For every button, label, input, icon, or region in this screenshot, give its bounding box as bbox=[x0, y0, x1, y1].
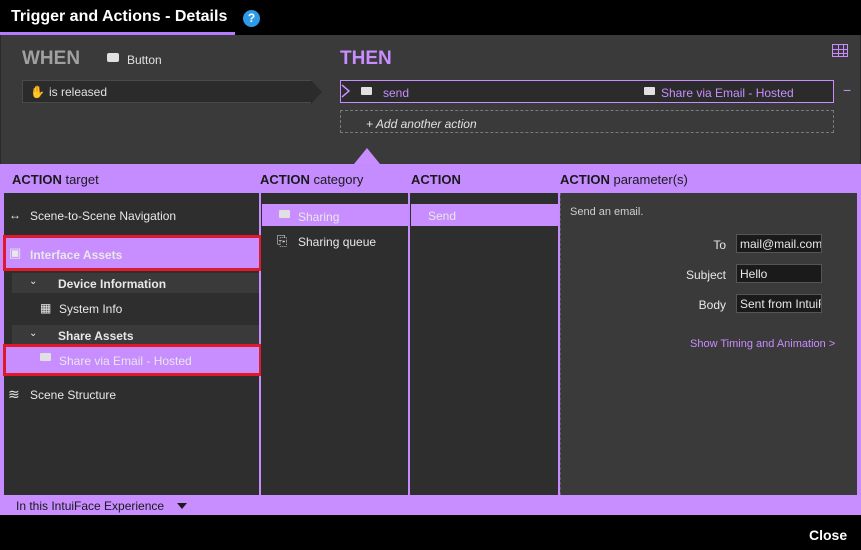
target-scene-navigation[interactable]: Scene-to-Scene Navigation bbox=[30, 209, 176, 223]
target-system-info[interactable]: System Info bbox=[59, 302, 122, 316]
email-to-field[interactable]: mail@mail.com bbox=[736, 234, 822, 253]
sharing-icon bbox=[279, 210, 290, 218]
header-action-bold: ACTION bbox=[411, 172, 461, 187]
button-icon bbox=[107, 53, 119, 62]
share-email-icon bbox=[644, 87, 655, 95]
group-header-share-assets[interactable] bbox=[12, 325, 259, 345]
plus-icon: + bbox=[366, 117, 374, 131]
show-timing-text: Show Timing and Animation bbox=[690, 338, 826, 350]
header-target-rest: target bbox=[65, 172, 99, 187]
layers-icon: ≋ bbox=[8, 386, 20, 402]
add-action-text: Add another action bbox=[375, 117, 477, 131]
header-action-category: ACTION category bbox=[260, 172, 363, 187]
scope-selector[interactable]: In this IntuiFace Experience bbox=[16, 499, 164, 513]
param-subject-label: Subject bbox=[685, 268, 726, 282]
when-title: WHEN bbox=[22, 48, 81, 69]
action-send: Send bbox=[428, 209, 457, 223]
header-action-target: ACTION target bbox=[12, 172, 99, 187]
header-category-rest: category bbox=[313, 172, 364, 187]
dropdown-caret-icon[interactable] bbox=[177, 503, 187, 509]
chevron-down-icon: ⌄ bbox=[29, 276, 38, 287]
trigger-label: is released bbox=[49, 85, 108, 99]
category-sharing-queue[interactable]: Sharing queue bbox=[298, 235, 376, 249]
header-params-rest: parameter(s) bbox=[613, 172, 688, 187]
show-timing-link[interactable]: Show Timing and Animation > bbox=[690, 338, 835, 350]
param-to-label: To bbox=[713, 238, 726, 252]
double-arrow-icon: ↔ bbox=[9, 208, 21, 222]
header-category-bold: ACTION bbox=[260, 172, 310, 187]
chevron-right-icon bbox=[341, 84, 351, 98]
help-icon[interactable]: ? bbox=[243, 10, 260, 27]
hand-pointer-icon: ✋ bbox=[30, 85, 45, 99]
action-description: Send an email. bbox=[570, 206, 644, 218]
highlight-box-interface-assets bbox=[3, 235, 262, 271]
then-title: THEN bbox=[340, 48, 392, 69]
close-button[interactable]: Close bbox=[809, 527, 847, 543]
group-share-assets: Share Assets bbox=[58, 329, 134, 343]
add-action-label: + Add another action bbox=[366, 117, 477, 131]
header-action: ACTION bbox=[411, 172, 461, 187]
highlight-box-share-email bbox=[3, 344, 262, 376]
chevron-right-icon: > bbox=[828, 338, 836, 350]
param-body-label: Body bbox=[698, 298, 726, 312]
header-action-params: ACTION parameter(s) bbox=[560, 172, 688, 187]
window-title: Trigger and Actions - Details bbox=[11, 8, 228, 25]
group-device-information: Device Information bbox=[58, 277, 167, 291]
target-scene-structure[interactable]: Scene Structure bbox=[30, 388, 116, 402]
chevron-down-icon: ⌄ bbox=[29, 328, 38, 339]
selection-pointer bbox=[354, 148, 380, 164]
email-subject-field[interactable]: Hello bbox=[736, 264, 822, 283]
action-list bbox=[410, 193, 558, 495]
sharing-queue-icon: ⎘ bbox=[277, 233, 288, 248]
bottom-bar bbox=[0, 515, 861, 550]
action-target: Share via Email - Hosted bbox=[661, 86, 794, 100]
header-target-bold: ACTION bbox=[12, 172, 62, 187]
trigger-source-label: Button bbox=[127, 53, 162, 67]
remove-action-button[interactable]: − bbox=[843, 82, 851, 98]
grid-view-icon[interactable] bbox=[832, 44, 848, 57]
action-name: send bbox=[383, 86, 410, 100]
trigger-arrow bbox=[311, 80, 322, 104]
category-sharing: Sharing bbox=[298, 210, 340, 224]
email-body-field[interactable]: Sent from IntuiFace bbox=[736, 294, 822, 313]
email-icon bbox=[361, 87, 372, 95]
header-params-bold: ACTION bbox=[560, 172, 610, 187]
system-info-icon: ▦ bbox=[40, 301, 52, 315]
